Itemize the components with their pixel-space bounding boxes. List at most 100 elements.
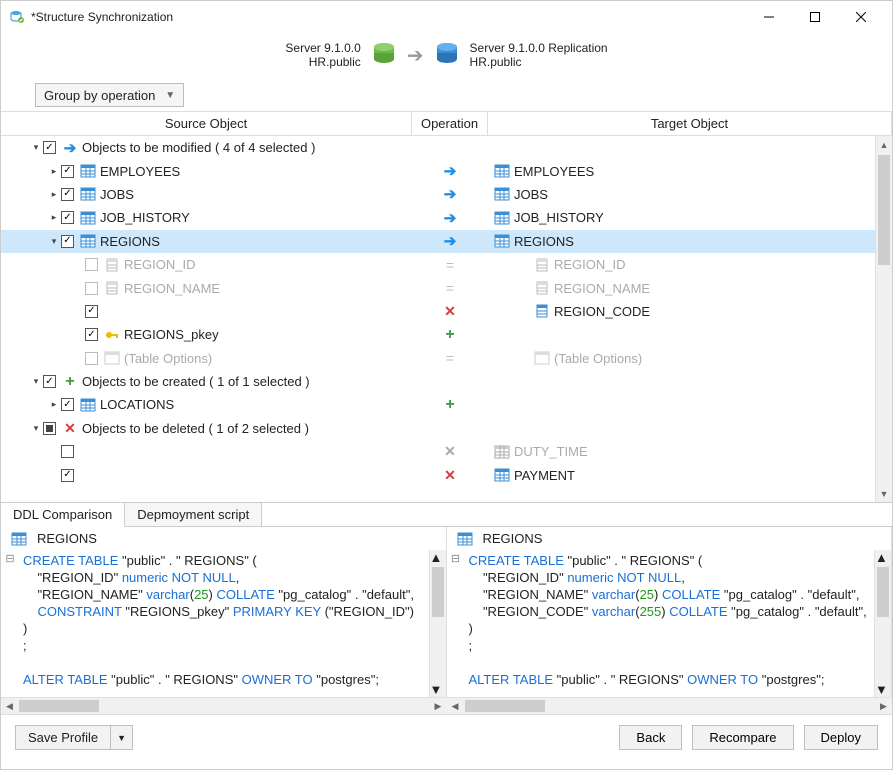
object-name: (Table Options): [554, 351, 642, 366]
checkbox[interactable]: [61, 235, 74, 248]
object-name: REGIONS_pkey: [124, 327, 219, 342]
tree-vertical-scrollbar[interactable]: ▲ ▼: [875, 136, 892, 502]
expand-icon[interactable]: ▸: [47, 399, 61, 410]
ddl-target-title: REGIONS: [483, 531, 543, 546]
object-name: REGIONS: [100, 234, 160, 249]
object-name: REGION_CODE: [554, 304, 650, 319]
checkbox[interactable]: [43, 141, 56, 154]
table-row[interactable]: ▸ EMPLOYEES ➔ EMPLOYEES: [1, 159, 875, 182]
maximize-button[interactable]: [792, 2, 838, 32]
object-name: REGION_NAME: [554, 281, 650, 296]
column-icon: [534, 304, 550, 318]
collapse-icon[interactable]: ▾: [29, 423, 43, 434]
column-source-header[interactable]: Source Object: [1, 112, 412, 135]
group-label: Objects to be created ( 1 of 1 selected …: [82, 374, 310, 389]
table-row[interactable]: ▸ JOBS ➔ JOBS: [1, 183, 875, 206]
tab-deployment-script[interactable]: Depmoyment script: [125, 503, 262, 526]
chevron-down-icon[interactable]: ▼: [111, 726, 132, 749]
ddl-target-code[interactable]: CREATE TABLE "public" . " REGIONS" ( "RE…: [465, 550, 875, 697]
checkbox[interactable]: [61, 188, 74, 201]
column-icon: [534, 258, 550, 272]
group-by-dropdown[interactable]: Group by operation ▼: [35, 83, 184, 107]
object-name: LOCATIONS: [100, 397, 174, 412]
checkbox[interactable]: [61, 165, 74, 178]
database-icon: [371, 42, 397, 68]
column-row[interactable]: REGION_NAME = REGION_NAME: [1, 276, 875, 299]
modify-op-icon: ➔: [444, 232, 457, 250]
object-name: JOB_HISTORY: [514, 210, 604, 225]
modify-op-icon: ➔: [444, 185, 457, 203]
group-label: Objects to be modified ( 4 of 4 selected…: [82, 140, 315, 155]
delete-op-icon: ✕: [444, 467, 456, 484]
checkbox[interactable]: [61, 445, 74, 458]
object-name: PAYMENT: [514, 468, 575, 483]
table-row[interactable]: ▾ REGIONS ➔ REGIONS: [1, 230, 875, 253]
expand-icon[interactable]: ▸: [47, 189, 61, 200]
add-op-icon: +: [445, 396, 454, 414]
ddl-source-scrollbar[interactable]: ▲ ▼: [429, 550, 446, 697]
collapse-icon[interactable]: ▾: [29, 142, 43, 153]
checkbox[interactable]: [43, 422, 56, 435]
object-name: JOBS: [514, 187, 548, 202]
delete-icon: ✕: [62, 421, 78, 435]
bottom-tabs: DDL Comparison Depmoyment script: [1, 502, 892, 527]
table-icon: [494, 164, 510, 178]
group-created-header[interactable]: ▾ + Objects to be created ( 1 of 1 selec…: [1, 370, 875, 393]
object-name: REGION_NAME: [124, 281, 220, 296]
checkbox[interactable]: [85, 352, 98, 365]
scroll-up-icon[interactable]: ▲: [876, 136, 892, 153]
table-row[interactable]: ▸ LOCATIONS +: [1, 393, 875, 416]
save-profile-button[interactable]: Save Profile ▼: [15, 725, 133, 750]
column-operation-header[interactable]: Operation: [412, 112, 488, 135]
scroll-down-icon[interactable]: ▼: [876, 485, 892, 502]
fold-gutter[interactable]: ⊟: [447, 550, 465, 697]
checkbox[interactable]: [85, 258, 98, 271]
modify-op-icon: ➔: [444, 209, 457, 227]
checkbox[interactable]: [43, 375, 56, 388]
ddl-source-code[interactable]: CREATE TABLE "public" . " REGIONS" ( "RE…: [19, 550, 429, 697]
table-icon: [104, 351, 120, 365]
table-icon: [457, 532, 473, 546]
group-modified-header[interactable]: ▾ ➔ Objects to be modified ( 4 of 4 sele…: [1, 136, 875, 159]
ddl-target-scrollbar[interactable]: ▲ ▼: [874, 550, 891, 697]
checkbox[interactable]: [61, 211, 74, 224]
collapse-icon[interactable]: ▾: [29, 376, 43, 387]
ddl-target-hscrollbar[interactable]: ◀▶: [447, 697, 893, 714]
checkbox[interactable]: [85, 305, 98, 318]
tab-ddl-comparison[interactable]: DDL Comparison: [1, 503, 125, 527]
scrollbar-thumb[interactable]: [878, 155, 890, 265]
deploy-button[interactable]: Deploy: [804, 725, 878, 750]
table-icon: [80, 164, 96, 178]
options-row[interactable]: (Table Options) = (Table Options): [1, 347, 875, 370]
checkbox[interactable]: [85, 328, 98, 341]
table-row[interactable]: ✕ PAYMENT: [1, 463, 875, 486]
key-row[interactable]: REGIONS_pkey +: [1, 323, 875, 346]
checkbox[interactable]: [61, 398, 74, 411]
table-icon: [80, 398, 96, 412]
fold-gutter[interactable]: ⊟: [1, 550, 19, 697]
object-name: (Table Options): [124, 351, 212, 366]
collapse-icon[interactable]: ▾: [47, 236, 61, 247]
table-icon: [494, 468, 510, 482]
table-icon: [534, 351, 550, 365]
equal-op-icon: =: [446, 350, 454, 366]
table-row[interactable]: ✕ DUTY_TIME: [1, 440, 875, 463]
column-row[interactable]: ✕ REGION_CODE: [1, 300, 875, 323]
recompare-button[interactable]: Recompare: [692, 725, 793, 750]
table-row[interactable]: ▸ JOB_HISTORY ➔ JOB_HISTORY: [1, 206, 875, 229]
minimize-button[interactable]: [746, 2, 792, 32]
object-tree[interactable]: ▾ ➔ Objects to be modified ( 4 of 4 sele…: [1, 136, 875, 502]
group-deleted-header[interactable]: ▾ ✕ Objects to be deleted ( 1 of 2 selec…: [1, 417, 875, 440]
expand-icon[interactable]: ▸: [47, 166, 61, 177]
checkbox[interactable]: [85, 282, 98, 295]
object-name: REGIONS: [514, 234, 574, 249]
column-target-header[interactable]: Target Object: [488, 112, 892, 135]
back-button[interactable]: Back: [619, 725, 682, 750]
close-button[interactable]: [838, 2, 884, 32]
ddl-horizontal-scrollbars: ◀▶ ◀▶: [1, 697, 892, 714]
expand-icon[interactable]: ▸: [47, 212, 61, 223]
ddl-source-hscrollbar[interactable]: ◀▶: [1, 697, 447, 714]
window-title: *Structure Synchronization: [31, 10, 746, 24]
checkbox[interactable]: [61, 469, 74, 482]
column-row[interactable]: REGION_ID = REGION_ID: [1, 253, 875, 276]
